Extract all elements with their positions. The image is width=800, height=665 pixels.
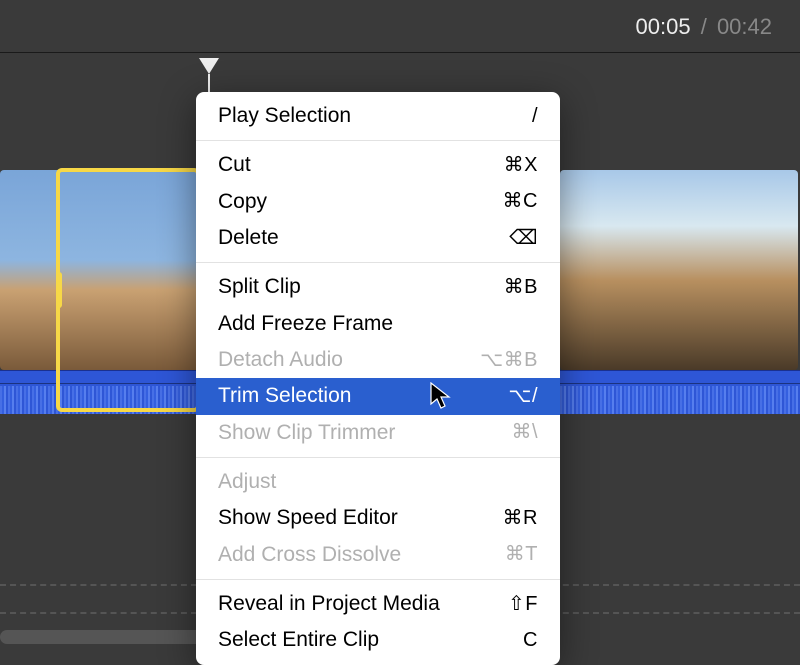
playhead-marker[interactable] bbox=[197, 56, 221, 76]
menu-item-shortcut: ⌥/ bbox=[508, 383, 538, 410]
menu-item-shortcut: ⌘C bbox=[503, 188, 538, 215]
menu-item-label: Copy bbox=[218, 188, 267, 216]
menu-item-label: Add Freeze Frame bbox=[218, 310, 393, 338]
menu-item-label: Reveal in Project Media bbox=[218, 590, 440, 618]
menu-item-shortcut: ⌘T bbox=[505, 541, 538, 568]
timecode-total: 00:42 bbox=[717, 14, 772, 39]
menu-item-label: Show Speed Editor bbox=[218, 504, 398, 532]
menu-item-add-freeze-frame[interactable]: Add Freeze Frame bbox=[196, 306, 560, 342]
menu-item-label: Delete bbox=[218, 224, 279, 252]
menu-separator bbox=[196, 262, 560, 263]
menu-item-label: Split Clip bbox=[218, 273, 301, 301]
context-menu: Play Selection / Cut ⌘X Copy ⌘C Delete ⌫ Split C… bbox=[196, 92, 560, 665]
timeline-clip[interactable] bbox=[0, 170, 200, 370]
menu-separator bbox=[196, 579, 560, 580]
menu-separator bbox=[196, 457, 560, 458]
menu-item-show-speed-editor[interactable]: Show Speed Editor ⌘R bbox=[196, 500, 560, 536]
menu-item-shortcut: ⌘B bbox=[504, 274, 538, 301]
menu-separator bbox=[196, 140, 560, 141]
timecode-display: 00:05 / 00:42 bbox=[636, 14, 773, 40]
timeline-clip[interactable] bbox=[560, 170, 798, 370]
menu-item-shortcut: ⇧F bbox=[508, 591, 538, 618]
menu-item-adjust: Adjust bbox=[196, 464, 560, 500]
menu-item-delete[interactable]: Delete ⌫ bbox=[196, 220, 560, 256]
menu-item-label: Detach Audio bbox=[218, 346, 343, 374]
menu-item-label: Show Clip Trimmer bbox=[218, 419, 395, 447]
menu-item-detach-audio: Detach Audio ⌥⌘B bbox=[196, 342, 560, 378]
menu-item-add-cross-dissolve: Add Cross Dissolve ⌘T bbox=[196, 537, 560, 573]
menu-item-shortcut: ⌘R bbox=[503, 505, 538, 532]
menu-item-shortcut: ⌫ bbox=[509, 225, 538, 252]
menu-item-label: Play Selection bbox=[218, 102, 351, 130]
menu-item-show-clip-trimmer: Show Clip Trimmer ⌘\ bbox=[196, 415, 560, 451]
timecode-current: 00:05 bbox=[636, 14, 691, 39]
menu-item-select-entire-clip[interactable]: Select Entire ClipC bbox=[196, 622, 560, 658]
clip-thumbnail bbox=[0, 170, 200, 370]
menu-item-label: Cut bbox=[218, 151, 251, 179]
menu-item-shortcut: / bbox=[532, 103, 538, 130]
menu-item-trim-selection[interactable]: Trim Selection ⌥/ bbox=[196, 378, 560, 414]
toolbar-divider bbox=[0, 52, 800, 53]
timecode-separator: / bbox=[701, 14, 707, 39]
menu-item-shortcut: ⌘X bbox=[504, 152, 538, 179]
menu-item-shortcut: ⌥⌘B bbox=[480, 347, 538, 374]
menu-item-label: Adjust bbox=[218, 468, 276, 496]
menu-item-shortcut: ⌘\ bbox=[511, 419, 538, 446]
menu-item-shortcut: C bbox=[523, 627, 538, 654]
menu-item-copy[interactable]: Copy ⌘C bbox=[196, 184, 560, 220]
menu-item-label: Trim Selection bbox=[218, 382, 351, 410]
menu-item-cut[interactable]: Cut ⌘X bbox=[196, 147, 560, 183]
menu-item-reveal-in-project-media[interactable]: Reveal in Project Media ⇧F bbox=[196, 586, 560, 622]
clip-thumbnail bbox=[560, 170, 798, 370]
menu-item-split-clip[interactable]: Split Clip ⌘B bbox=[196, 269, 560, 305]
menu-item-play-selection[interactable]: Play Selection / bbox=[196, 98, 560, 134]
menu-item-label: Add Cross Dissolve bbox=[218, 541, 401, 569]
playhead-line bbox=[208, 74, 210, 94]
